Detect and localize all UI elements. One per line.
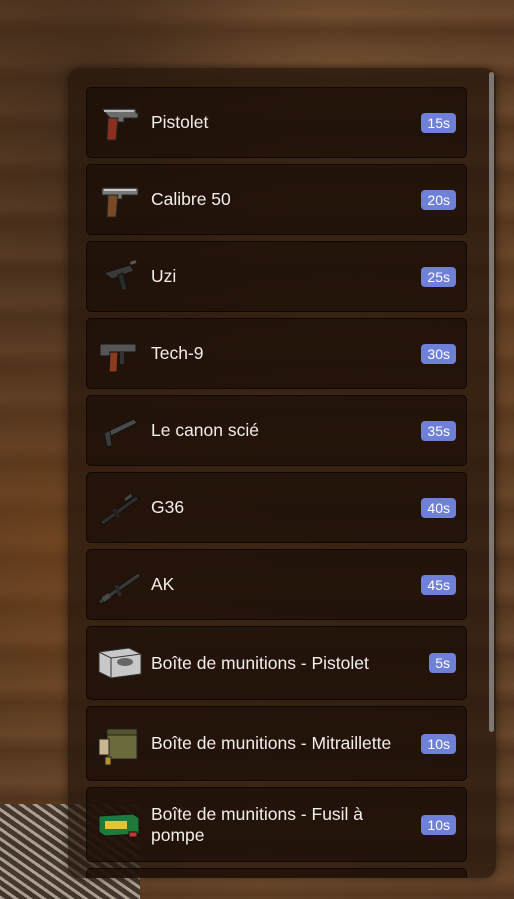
pistol-icon	[95, 98, 145, 148]
time-badge: 30s	[421, 343, 456, 364]
item-list: Pistolet 15s Calibre 50 20s Uzi 25s Tech…	[86, 87, 467, 878]
list-item-g36[interactable]: G36 40s	[86, 472, 467, 543]
list-item-ammo-fusil-pompe[interactable]: Boîte de munitions - Fusil à pompe 10s	[86, 787, 467, 862]
list-item-pistolet[interactable]: Pistolet 15s	[86, 87, 467, 158]
time-badge: 35s	[421, 420, 456, 441]
time-badge: 40s	[421, 497, 456, 518]
uzi-icon	[95, 252, 145, 302]
ammo-box-smg-icon	[95, 719, 145, 769]
g36-icon	[95, 483, 145, 533]
time-badge: 10s	[421, 814, 456, 835]
deagle-icon	[95, 175, 145, 225]
list-item-partial[interactable]	[86, 868, 467, 878]
time-badge: 20s	[421, 189, 456, 210]
list-item-uzi[interactable]: Uzi 25s	[86, 241, 467, 312]
tec9-icon	[95, 329, 145, 379]
list-item-calibre-50[interactable]: Calibre 50 20s	[86, 164, 467, 235]
list-item-ammo-pistolet[interactable]: Boîte de munitions - Pistolet 5s	[86, 626, 467, 700]
time-badge: 45s	[421, 574, 456, 595]
list-item-canon-scie[interactable]: Le canon scié 35s	[86, 395, 467, 466]
list-item-tech-9[interactable]: Tech-9 30s	[86, 318, 467, 389]
ak-icon	[95, 560, 145, 610]
time-badge: 15s	[421, 112, 456, 133]
crafting-menu-panel: Pistolet 15s Calibre 50 20s Uzi 25s Tech…	[68, 68, 496, 878]
ammo-box-pistol-icon	[95, 638, 145, 688]
time-badge: 25s	[421, 266, 456, 287]
list-item-ak[interactable]: AK 45s	[86, 549, 467, 620]
list-item-ammo-mitraillette[interactable]: Boîte de munitions - Mitraillette 10s	[86, 706, 467, 781]
time-badge: 5s	[429, 653, 456, 673]
ammo-box-shotgun-icon	[95, 800, 145, 850]
time-badge: 10s	[421, 733, 456, 754]
scrollbar[interactable]	[489, 72, 494, 732]
sawed-off-shotgun-icon	[95, 406, 145, 456]
